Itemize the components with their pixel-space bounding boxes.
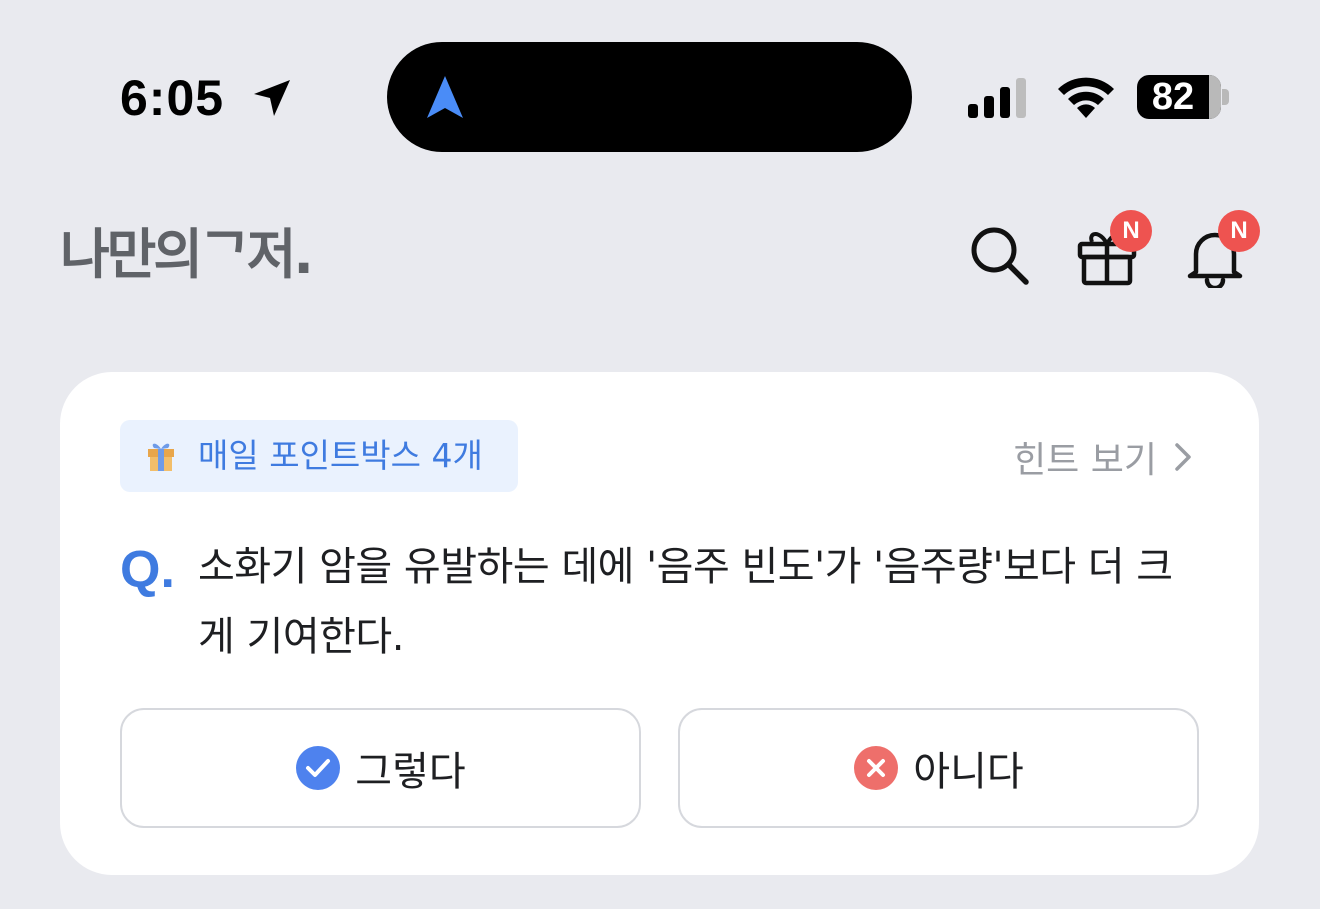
x-circle-icon	[854, 746, 899, 790]
check-circle-icon	[296, 746, 341, 790]
search-icon[interactable]	[966, 222, 1032, 288]
answer-no-label: 아니다	[913, 749, 1024, 795]
quiz-card: 매일 포인트박스 4개 힌트 보기 Q. 소화기 암을 유발하는 데에 '음주 …	[60, 372, 1259, 875]
notification-new-badge: N	[1218, 210, 1260, 252]
hint-label: 힌트 보기	[1013, 440, 1157, 481]
signal-icon	[968, 78, 1026, 118]
location-arrow-icon	[254, 80, 290, 116]
answer-yes-label: 그렇다	[355, 749, 466, 795]
points-chip-label: 매일 포인트박스 4개	[198, 436, 483, 475]
battery-icon: 82	[1137, 75, 1221, 119]
app-logo[interactable]: 나만의ᄀ저.	[60, 220, 314, 290]
answer-no-button[interactable]: 아니다	[678, 708, 1199, 828]
question-marker: Q.	[120, 541, 175, 599]
status-time: 6:05	[120, 70, 225, 126]
gift-box-icon	[148, 443, 174, 471]
battery-level: 82	[1151, 76, 1195, 118]
chevron-right-icon	[1175, 443, 1191, 471]
wifi-icon	[1058, 77, 1114, 118]
answer-yes-button[interactable]: 그렇다	[120, 708, 641, 828]
points-chip[interactable]: 매일 포인트박스 4개	[120, 420, 518, 492]
question-text: 소화기 암을 유발하는 데에 '음주 빈도'가 '음주량'보다 더 크게 기여한…	[198, 544, 1173, 660]
gift-new-badge: N	[1110, 210, 1152, 252]
hint-link[interactable]: 힌트 보기	[1013, 430, 1195, 484]
navigation-icon	[427, 76, 463, 118]
battery-nub	[1222, 89, 1229, 105]
dynamic-island	[387, 42, 912, 152]
